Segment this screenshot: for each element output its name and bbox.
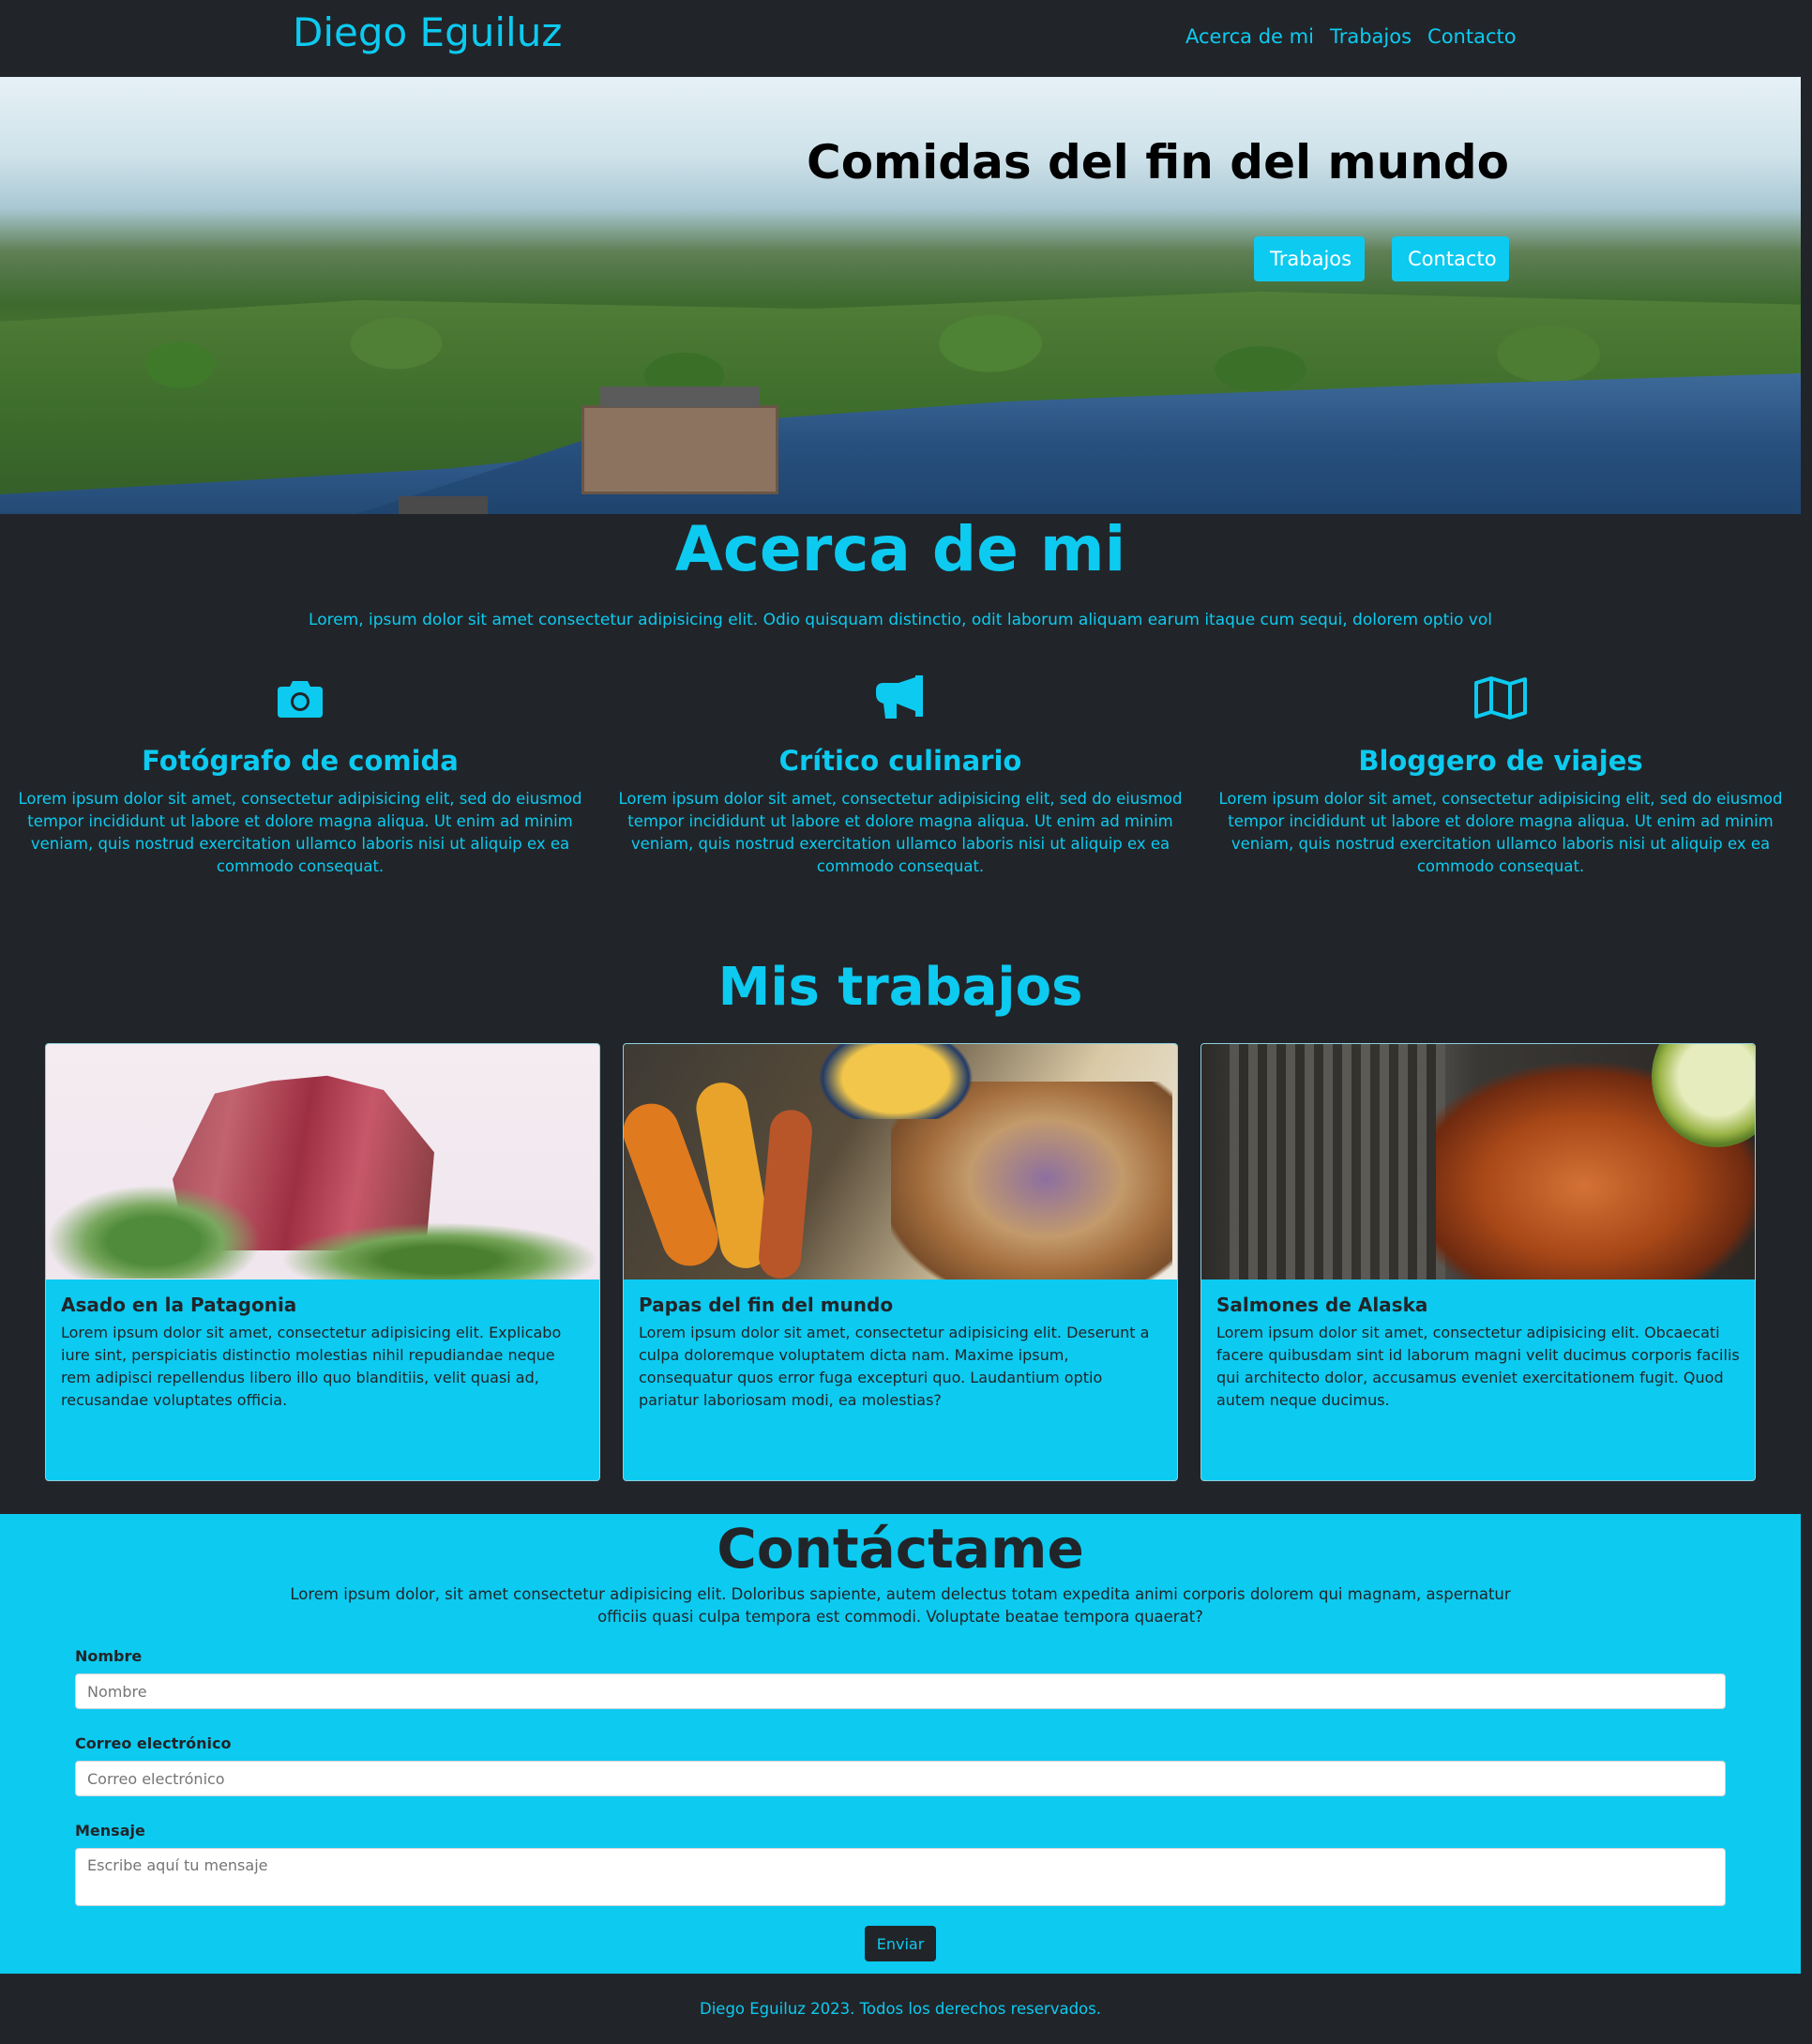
contact-title: Contáctame [717, 1517, 1084, 1581]
works-title: Mis trabajos [717, 957, 1083, 1018]
nav-links: Acerca de mi Trabajos Contacto [1185, 25, 1517, 48]
name-label: Nombre [75, 1647, 143, 1665]
feature-title: Crítico culinario [778, 745, 1022, 777]
email-input[interactable] [75, 1761, 1726, 1796]
feature-food-photographer: Fotógrafo de comida Lorem ipsum dolor si… [0, 670, 600, 878]
feature-title: Fotógrafo de comida [142, 745, 459, 777]
card-title: Asado en la Patagonia [61, 1294, 297, 1316]
footer: Diego Eguiluz 2023. Todos los derechos r… [0, 1974, 1801, 2044]
work-card[interactable]: Salmones de Alaska Lorem ipsum dolor sit… [1200, 1043, 1756, 1481]
hero-title: Comidas del fin del mundo [807, 135, 1509, 189]
camera-icon [17, 670, 583, 726]
work-card[interactable]: Papas del fin del mundo Lorem ipsum dolo… [623, 1043, 1178, 1481]
card-text: Lorem ipsum dolor sit amet, consectetur … [1216, 1324, 1740, 1409]
email-label: Correo electrónico [75, 1734, 232, 1752]
send-button[interactable]: Enviar [865, 1926, 936, 1961]
nav-link-acerca[interactable]: Acerca de mi [1185, 25, 1314, 48]
feature-culinary-critic: Crítico culinario Lorem ipsum dolor sit … [600, 670, 1200, 878]
feature-text: Lorem ipsum dolor sit amet, consectetur … [618, 790, 1183, 875]
hero-trabajos-button[interactable]: Trabajos [1254, 236, 1365, 281]
nav-link-trabajos[interactable]: Trabajos [1330, 25, 1412, 48]
megaphone-icon [617, 670, 1184, 726]
contact-lead: Lorem ipsum dolor, sit amet consectetur … [290, 1585, 1511, 1626]
features-row: Fotógrafo de comida Lorem ipsum dolor si… [0, 670, 1801, 878]
hero-banner: Comidas del fin del mundo Trabajos Conta… [0, 77, 1801, 514]
works-section: Mis trabajos Asado en la Patagonia Lorem… [0, 955, 1801, 1583]
contact-section: Contáctame Lorem ipsum dolor, sit amet c… [0, 1514, 1801, 1974]
hero-building-image [581, 386, 778, 494]
feature-title: Bloggero de viajes [1358, 745, 1643, 777]
about-section: Acerca de mi Lorem, ipsum dolor sit amet… [0, 514, 1801, 955]
nav-link-contacto[interactable]: Contacto [1427, 25, 1517, 48]
salmon-grill-image [1201, 1044, 1755, 1279]
card-text: Lorem ipsum dolor sit amet, consectetur … [61, 1324, 562, 1409]
tuna-dish-image [46, 1044, 599, 1279]
feature-text: Lorem ipsum dolor sit amet, consectetur … [1218, 790, 1783, 875]
work-card[interactable]: Asado en la Patagonia Lorem ipsum dolor … [45, 1043, 600, 1481]
brand-link[interactable]: Diego Eguiluz [293, 9, 562, 55]
message-textarea[interactable] [75, 1848, 1726, 1906]
card-text: Lorem ipsum dolor sit amet, consectetur … [639, 1324, 1150, 1409]
navbar: Diego Eguiluz Acerca de mi Trabajos Cont… [0, 0, 1801, 77]
works-cards: Asado en la Patagonia Lorem ipsum dolor … [45, 1043, 1756, 1481]
about-title: Acerca de mi [674, 513, 1126, 585]
feature-travel-blogger: Bloggero de viajes Lorem ipsum dolor sit… [1200, 670, 1801, 878]
name-input[interactable] [75, 1673, 1726, 1709]
contact-form: Nombre Correo electrónico Mensaje [75, 1647, 1726, 1906]
map-icon [1217, 670, 1784, 726]
card-title: Papas del fin del mundo [639, 1294, 894, 1316]
potato-chips-image [624, 1044, 1177, 1279]
message-label: Mensaje [75, 1822, 145, 1840]
page: Diego Eguiluz Acerca de mi Trabajos Cont… [0, 0, 1801, 1583]
about-lead: Lorem, ipsum dolor sit amet consectetur … [309, 611, 1492, 629]
hero-contacto-button[interactable]: Contacto [1392, 236, 1509, 281]
footer-text: Diego Eguiluz 2023. Todos los derechos r… [700, 2000, 1101, 2018]
card-title: Salmones de Alaska [1216, 1294, 1428, 1316]
feature-text: Lorem ipsum dolor sit amet, consectetur … [18, 790, 582, 875]
